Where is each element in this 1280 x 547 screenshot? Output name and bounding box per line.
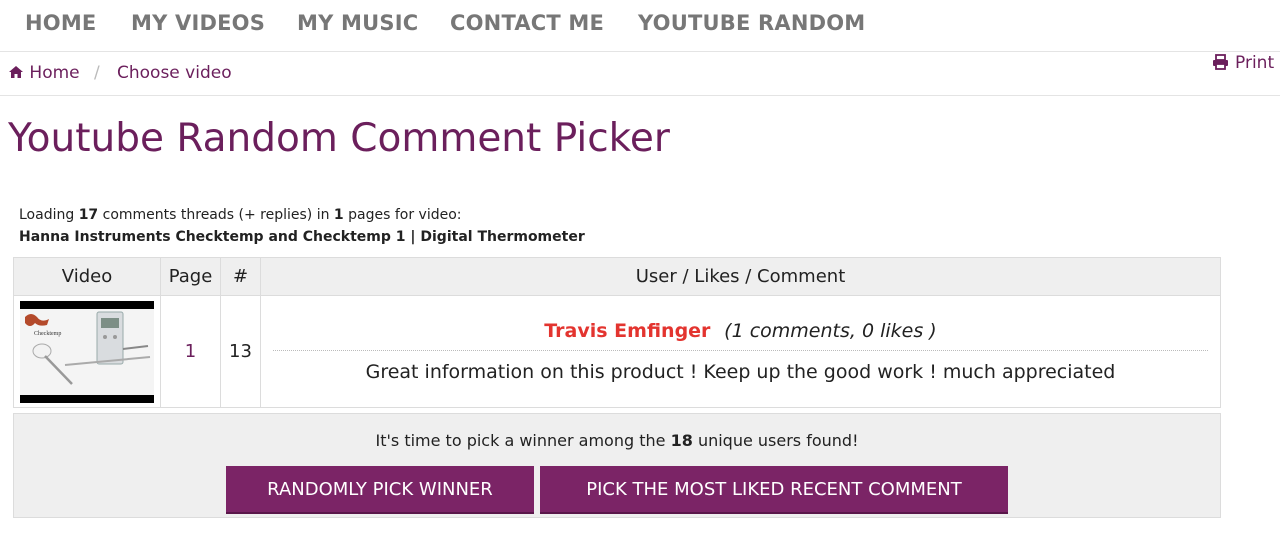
page-cell[interactable]: 1 xyxy=(160,295,221,408)
pick-most-liked-button[interactable]: PICK THE MOST LIKED RECENT COMMENT xyxy=(540,466,1008,512)
breadcrumb-home-label: Home xyxy=(29,63,80,83)
column-header-video: Video xyxy=(13,257,161,296)
thermometer-product-image: Checktemp xyxy=(25,311,151,385)
comment-meta: (1 comments, 0 likes ) xyxy=(724,320,937,342)
video-title: Hanna Instruments Checktemp and Checktem… xyxy=(19,229,585,245)
number-cell: 13 xyxy=(220,295,261,408)
breadcrumb: Home / Choose video Print xyxy=(0,53,1280,96)
comment-text: Great information on this product ! Keep… xyxy=(365,361,1116,383)
table-header-row: Video Page # User / Likes / Comment xyxy=(13,257,1221,296)
column-header-comment: User / Likes / Comment xyxy=(260,257,1221,296)
nav-my-videos[interactable]: MY VIDEOS xyxy=(131,11,265,35)
comment-username[interactable]: Travis Emfinger xyxy=(544,320,710,342)
breadcrumb-separator: / xyxy=(94,63,100,83)
print-link[interactable]: Print xyxy=(1212,53,1274,73)
top-navigation: HOME MY VIDEOS MY MUSIC CONTACT ME YOUTU… xyxy=(0,0,1280,52)
loading-suffix: pages for video: xyxy=(348,207,462,223)
comment-cell: Travis Emfinger (1 comments, 0 likes ) G… xyxy=(260,295,1221,408)
nav-contact-me[interactable]: CONTACT ME xyxy=(450,11,604,35)
unique-users-count: 18 xyxy=(670,431,693,450)
home-icon xyxy=(9,66,23,78)
loading-info: Loading 17 comments threads (+ replies) … xyxy=(19,204,585,248)
page-title: Youtube Random Comment Picker xyxy=(8,116,670,161)
loading-prefix: Loading xyxy=(19,207,75,223)
breadcrumb-current[interactable]: Choose video xyxy=(117,63,232,83)
page-count: 1 xyxy=(333,207,344,223)
comment-thread-count: 17 xyxy=(78,207,99,223)
thumbnail-image: Checktemp xyxy=(20,308,154,395)
table-row: Checktemp 1 13 Travis Emfinger (1 commen… xyxy=(13,295,1221,408)
column-header-number: # xyxy=(220,257,261,296)
pick-text-before: It's time to pick a winner among the xyxy=(375,431,666,450)
pick-winner-panel: It's time to pick a winner among the 18 … xyxy=(13,413,1221,518)
pick-winner-text: It's time to pick a winner among the 18 … xyxy=(14,431,1220,450)
svg-text:Checktemp: Checktemp xyxy=(34,331,61,337)
video-thumbnail-cell: Checktemp xyxy=(13,295,161,408)
print-label: Print xyxy=(1235,53,1275,73)
loading-middle: comments threads (+ replies) in xyxy=(102,207,330,223)
video-thumbnail[interactable]: Checktemp xyxy=(20,300,154,403)
column-header-page: Page xyxy=(160,257,221,296)
nav-youtube-random[interactable]: YOUTUBE RANDOM xyxy=(638,11,865,35)
breadcrumb-home[interactable]: Home xyxy=(8,63,80,83)
printer-icon xyxy=(1213,54,1228,70)
nav-my-music[interactable]: MY MUSIC xyxy=(297,11,418,35)
pick-text-after: unique users found! xyxy=(697,431,859,450)
nav-home[interactable]: HOME xyxy=(25,11,96,35)
results-table: Video Page # User / Likes / Comment Chec… xyxy=(13,257,1221,408)
comment-header: Travis Emfinger (1 comments, 0 likes ) xyxy=(273,320,1208,351)
randomly-pick-winner-button[interactable]: RANDOMLY PICK WINNER xyxy=(226,466,534,512)
